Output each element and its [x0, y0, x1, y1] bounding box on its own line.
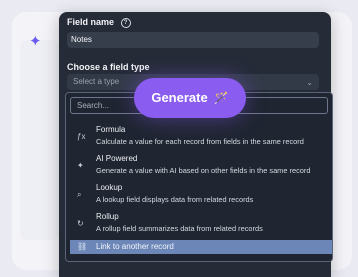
field-type-label: Choose a field type [67, 62, 150, 72]
field-type-placeholder: Select a type [73, 77, 120, 86]
option-ai-powered[interactable]: ✦ AI Powered Generate a value with AI ba… [66, 151, 332, 181]
link-icon: ⛓ [77, 242, 88, 251]
field-name-heading: Field name ? [67, 17, 131, 28]
background-strip [20, 40, 60, 240]
info-icon[interactable]: ? [120, 17, 131, 28]
chevron-down-icon: ⌄ [306, 78, 313, 87]
option-formula[interactable]: ƒx Formula Calculate a value for each re… [66, 122, 332, 152]
generate-button[interactable]: Generate 🪄 [134, 78, 246, 118]
sparkle-icon: ✦ [29, 33, 42, 50]
field-name-input[interactable]: Notes [67, 32, 319, 48]
option-rollup[interactable]: ↻ Rollup A rollup field summarizes data … [66, 209, 332, 239]
magic-wand-icon: 🪄 [213, 91, 229, 105]
option-description: A lookup field displays data from relate… [96, 195, 254, 204]
field-name-label: Field name [67, 17, 115, 27]
formula-icon: ƒx [77, 132, 86, 141]
option-link-to-another-record[interactable]: ⛓ Link to another record [70, 240, 332, 254]
option-title: Link to another record [96, 242, 174, 251]
option-title: Formula [96, 125, 126, 134]
generate-label: Generate [151, 90, 208, 105]
option-description: A rollup field summarizes data from rela… [96, 224, 263, 233]
option-description: Calculate a value for each record from f… [96, 137, 304, 146]
option-lookup[interactable]: ⌕ Lookup A lookup field displays data fr… [66, 180, 332, 210]
lookup-icon: ⌕ [77, 190, 82, 199]
option-title: Lookup [96, 183, 123, 192]
option-title: AI Powered [96, 154, 138, 163]
rollup-icon: ↻ [77, 219, 84, 228]
option-title: Rollup [96, 212, 119, 221]
ai-sparkle-icon: ✦ [77, 161, 84, 170]
option-description: Generate a value with AI based on other … [96, 166, 311, 175]
